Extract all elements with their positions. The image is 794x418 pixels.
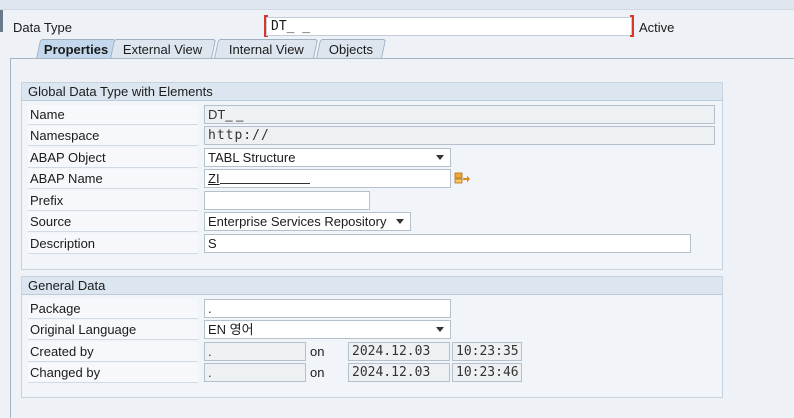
chevron-down-icon xyxy=(396,219,404,224)
navigate-arrow-icon[interactable] xyxy=(454,171,470,185)
created-by-label: Created by xyxy=(28,342,198,362)
group-title: General Data xyxy=(22,277,722,295)
created-on-label: on xyxy=(310,344,325,359)
tab-internal-view-label: Internal View xyxy=(228,42,304,57)
package-label: Package xyxy=(28,299,198,319)
field-bracket-right xyxy=(630,15,634,37)
data-type-name-field[interactable]: DT_ _ xyxy=(266,17,632,36)
tab-objects-label: Objects xyxy=(328,42,373,57)
abap-object-label: ABAP Object xyxy=(28,148,198,168)
source-value: Enterprise Services Repository xyxy=(208,214,387,229)
changed-time[interactable]: 10:23:46 xyxy=(452,363,522,382)
namespace-label: Namespace xyxy=(28,126,198,146)
package-field[interactable]: . xyxy=(204,299,451,318)
top-toolbar-strip xyxy=(0,0,794,10)
prefix-label: Prefix xyxy=(28,191,198,211)
abap-object-value: TABL Structure xyxy=(208,150,296,165)
data-type-label: Data Type xyxy=(13,20,73,35)
original-language-value: EN 영어 xyxy=(208,322,254,337)
group-title: Global Data Type with Elements xyxy=(22,83,722,101)
abap-name-underline xyxy=(219,171,310,184)
tab-objects[interactable]: Objects xyxy=(315,39,387,59)
tab-properties-label: Properties xyxy=(43,42,109,57)
abap-name-value: ZI xyxy=(208,171,220,186)
changed-date[interactable]: 2024.12.03 xyxy=(348,363,450,382)
original-language-dropdown[interactable]: EN 영어 xyxy=(204,320,451,339)
screen-left-marker xyxy=(0,10,3,32)
created-time[interactable]: 10:23:35 xyxy=(452,342,522,361)
abap-name-field[interactable]: ZI xyxy=(204,169,451,188)
changed-on-label: on xyxy=(310,365,325,380)
tab-external-view[interactable]: External View xyxy=(109,39,217,59)
name-label: Name xyxy=(28,105,198,125)
description-field[interactable]: S xyxy=(204,234,691,253)
tab-external-view-label: External View xyxy=(123,42,203,57)
prefix-field[interactable] xyxy=(204,191,370,210)
changed-by-label: Changed by xyxy=(28,363,198,383)
global-data-type-group: Global Data Type with Elements Name DT_ … xyxy=(21,82,723,270)
source-dropdown[interactable]: Enterprise Services Repository xyxy=(204,212,411,231)
original-language-label: Original Language xyxy=(28,320,198,340)
chevron-down-icon xyxy=(436,327,444,332)
namespace-field[interactable]: http:// xyxy=(204,126,715,145)
tab-content-area: Global Data Type with Elements Name DT_ … xyxy=(10,58,794,418)
tab-internal-view[interactable]: Internal View xyxy=(213,39,319,59)
status-text: Active xyxy=(639,20,675,35)
chevron-down-icon xyxy=(436,155,444,160)
description-label: Description xyxy=(28,234,198,254)
created-date[interactable]: 2024.12.03 xyxy=(348,342,450,361)
name-field[interactable]: DT_ _ xyxy=(204,105,715,124)
created-by-user[interactable]: . xyxy=(204,342,306,361)
changed-by-user[interactable]: . xyxy=(204,363,306,382)
source-label: Source xyxy=(28,212,198,232)
abap-object-dropdown[interactable]: TABL Structure xyxy=(204,148,451,167)
abap-name-label: ABAP Name xyxy=(28,169,198,189)
general-data-group: General Data Package . Original Language… xyxy=(21,276,723,398)
tab-properties[interactable]: Properties xyxy=(35,39,117,59)
